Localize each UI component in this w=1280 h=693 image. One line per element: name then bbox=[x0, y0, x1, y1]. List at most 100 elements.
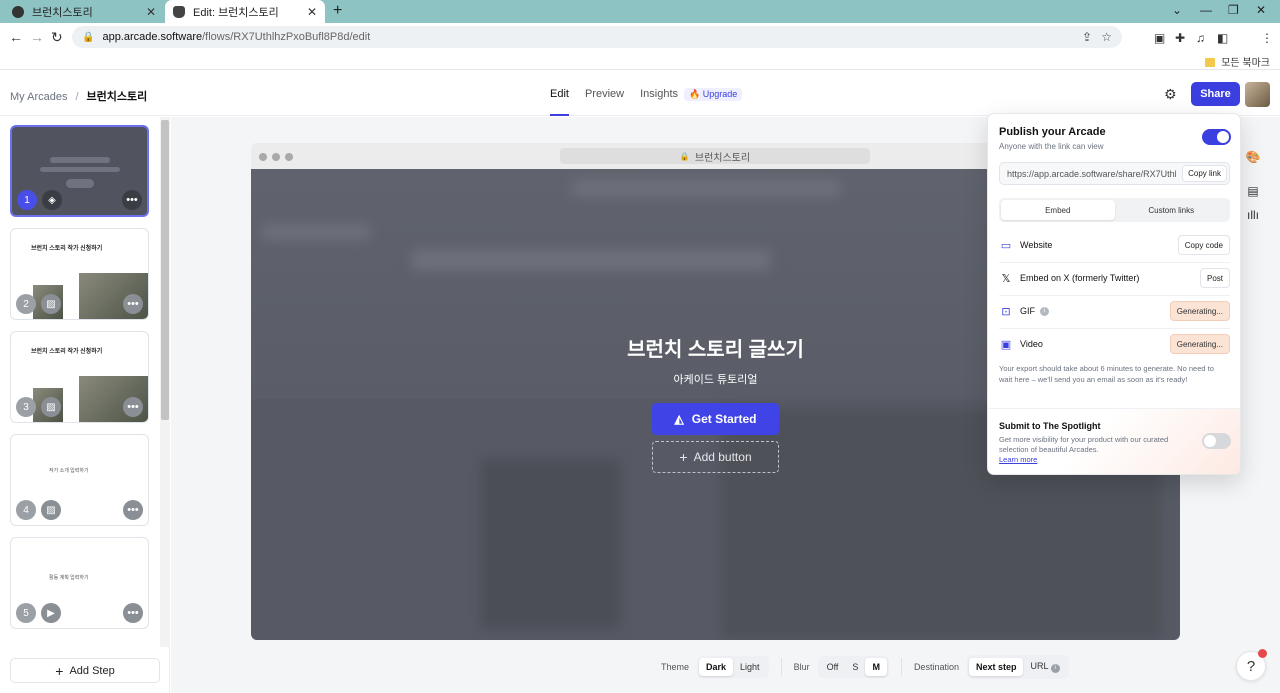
tab-edit[interactable]: Edit bbox=[550, 88, 569, 116]
blur-small[interactable]: S bbox=[845, 658, 865, 676]
spotlight-toggle[interactable] bbox=[1202, 433, 1231, 449]
forward-icon[interactable]: → bbox=[30, 29, 44, 45]
publish-toggle[interactable] bbox=[1202, 129, 1231, 145]
more-options-icon[interactable]: ••• bbox=[122, 190, 142, 210]
theme-dark[interactable]: Dark bbox=[699, 658, 734, 676]
media-controls-icon[interactable]: ♫ bbox=[1196, 31, 1205, 45]
browser-tab-2[interactable]: Edit: 브런치스토리 ✕ bbox=[165, 0, 325, 23]
editor-tabs: Edit Preview Insights 🔥 Upgrade bbox=[550, 88, 743, 116]
all-bookmarks-label: 모든 북마크 bbox=[1221, 58, 1270, 69]
browser-tab-title: 브런치스토리 bbox=[32, 6, 93, 19]
side-panel-icon[interactable]: ◧ bbox=[1217, 31, 1228, 45]
copy-code-button[interactable]: Copy code bbox=[1177, 235, 1230, 255]
browser-menu-icon[interactable]: ⋮ bbox=[1261, 31, 1273, 45]
layout-icon[interactable]: ▤ bbox=[1243, 181, 1263, 201]
learn-more-link[interactable]: Learn more bbox=[999, 455, 1037, 464]
edit-favicon-icon bbox=[173, 5, 185, 18]
user-avatar[interactable] bbox=[1245, 82, 1270, 107]
image-icon[interactable]: ▨ bbox=[41, 294, 61, 314]
plus-icon: + bbox=[679, 449, 688, 465]
destination-label: Destination bbox=[913, 662, 959, 672]
add-step-button[interactable]: + Add Step bbox=[10, 658, 160, 683]
more-options-icon[interactable]: ••• bbox=[123, 500, 143, 520]
step-thumbnail-1[interactable]: 1 ◈ ••• bbox=[10, 125, 149, 217]
embed-x-row: 𝕏 Embed on X (formerly Twitter) Post bbox=[999, 267, 1230, 289]
all-bookmarks[interactable]: 모든 북마크 bbox=[1205, 54, 1270, 69]
new-tab-icon[interactable]: + bbox=[333, 2, 342, 20]
get-started-button[interactable]: ◭ Get Started bbox=[652, 403, 779, 435]
video-icon: ▣ bbox=[1000, 338, 1012, 351]
palette-icon[interactable]: 🎨 bbox=[1243, 147, 1263, 167]
breadcrumb-current[interactable]: 브런치스토리 bbox=[87, 91, 148, 103]
tab-search-icon[interactable]: ⌄ bbox=[1172, 3, 1182, 17]
more-options-icon[interactable]: ••• bbox=[123, 397, 143, 417]
bookmark-star-icon[interactable]: ☆ bbox=[1101, 30, 1112, 44]
theme-toggle: Dark Light bbox=[697, 656, 769, 678]
step-thumbnail-2[interactable]: 브런치 스토리 작가 신청하기 2 ▨ ••• bbox=[10, 228, 149, 320]
more-options-icon[interactable]: ••• bbox=[123, 603, 143, 623]
steps-sidebar: 1 ◈ ••• 브런치 스토리 작가 신청하기 2 ▨ ••• 브런치 스토리 … bbox=[0, 117, 170, 693]
destination-url-label: URL bbox=[1030, 661, 1049, 671]
gif-generating-button[interactable]: Generating... bbox=[1169, 301, 1230, 321]
question-icon: ? bbox=[1246, 657, 1256, 675]
upgrade-badge[interactable]: 🔥 Upgrade bbox=[684, 88, 743, 101]
restore-icon[interactable]: ❐ bbox=[1228, 3, 1239, 17]
help-button[interactable]: ? bbox=[1236, 649, 1267, 681]
row-label: Video bbox=[1020, 339, 1043, 349]
layers-icon[interactable]: ◈ bbox=[42, 190, 62, 210]
add-button[interactable]: + Add button bbox=[652, 441, 779, 473]
url-host: app.arcade.software bbox=[102, 31, 203, 43]
browser-tab-1[interactable]: 브런치스토리 ✕ bbox=[4, 0, 164, 23]
back-icon[interactable]: ← bbox=[9, 29, 23, 45]
image-icon[interactable]: ▨ bbox=[41, 397, 61, 417]
share-button[interactable]: Share bbox=[1191, 82, 1240, 106]
minimize-icon[interactable]: — bbox=[1200, 3, 1212, 17]
destination-url[interactable]: URL i bbox=[1023, 657, 1066, 677]
close-tab-icon[interactable]: ✕ bbox=[307, 5, 317, 19]
step-thumbnail-4[interactable]: 작가 소개 입력하기 4 ▨ ••• bbox=[10, 434, 149, 526]
destination-next-step[interactable]: Next step bbox=[968, 658, 1024, 676]
blur-toggle: Off S M bbox=[817, 656, 889, 678]
divider bbox=[900, 658, 902, 676]
tab-preview[interactable]: Preview bbox=[585, 88, 624, 101]
share-link-field[interactable]: https://app.arcade.software/share/RX7Uth… bbox=[999, 162, 1230, 185]
frame-url: 🔒 브런치스토리 bbox=[560, 148, 870, 164]
share-url: https://app.arcade.software/share/RX7Uth… bbox=[1007, 168, 1176, 179]
window-dot bbox=[285, 153, 293, 161]
step-thumbnail-3[interactable]: 브런치 스토리 작가 신청하기 3 ▨ ••• bbox=[10, 331, 149, 423]
spotlight-title: Submit to The Spotlight bbox=[999, 421, 1101, 431]
info-icon[interactable]: i bbox=[1040, 306, 1049, 316]
settings-gear-icon[interactable]: ⚙ bbox=[1164, 86, 1177, 103]
theme-light[interactable]: Light bbox=[733, 658, 767, 676]
reload-icon[interactable]: ↻ bbox=[51, 29, 63, 46]
close-tab-icon[interactable]: ✕ bbox=[146, 5, 156, 19]
blur-off[interactable]: Off bbox=[820, 658, 846, 676]
blur-medium[interactable]: M bbox=[865, 658, 887, 676]
more-options-icon[interactable]: ••• bbox=[123, 294, 143, 314]
puzzle-extensions-icon[interactable]: ✚ bbox=[1175, 31, 1185, 45]
sidebar-scroll-thumb[interactable] bbox=[161, 120, 169, 420]
url-input[interactable]: 🔒 app.arcade.software/flows/RX7UthlhzPxo… bbox=[72, 26, 1122, 48]
close-window-icon[interactable]: ✕ bbox=[1256, 3, 1266, 17]
image-icon[interactable]: ▨ bbox=[41, 500, 61, 520]
audio-waveform-icon[interactable]: ıllı bbox=[1243, 205, 1263, 225]
video-icon[interactable]: ▶ bbox=[41, 603, 61, 623]
video-generating-button[interactable]: Generating... bbox=[1169, 334, 1230, 354]
breadcrumb-my-arcades[interactable]: My Arcades bbox=[10, 91, 67, 103]
browser-tab-bar: 브런치스토리 ✕ Edit: 브런치스토리 ✕ + ⌄ — ❐ ✕ bbox=[0, 0, 1280, 23]
get-started-label: Get Started bbox=[691, 412, 757, 426]
share-page-icon[interactable]: ⇪ bbox=[1082, 30, 1092, 44]
plus-icon: + bbox=[55, 662, 64, 679]
post-button[interactable]: Post bbox=[1199, 268, 1230, 288]
breadcrumb: My Arcades / 브런치스토리 bbox=[10, 88, 147, 104]
publish-popover: Publish your Arcade Anyone with the link… bbox=[987, 113, 1241, 475]
step-thumbnail-5[interactable]: 활동 계획 입력하기 5 ▶ ••• bbox=[10, 537, 149, 629]
step-number: 4 bbox=[16, 500, 36, 520]
copy-link-button[interactable]: Copy link bbox=[1182, 165, 1227, 182]
tab-insights[interactable]: Insights bbox=[640, 88, 678, 101]
url-path: /flows/RX7UthlhzPxoBufl8P8d/edit bbox=[202, 31, 371, 43]
extension-icon[interactable]: ▣ bbox=[1154, 31, 1165, 45]
segment-embed[interactable]: Embed bbox=[1001, 200, 1115, 220]
segment-custom-links[interactable]: Custom links bbox=[1115, 200, 1229, 220]
site-info-icon[interactable]: 🔒 bbox=[82, 32, 94, 43]
